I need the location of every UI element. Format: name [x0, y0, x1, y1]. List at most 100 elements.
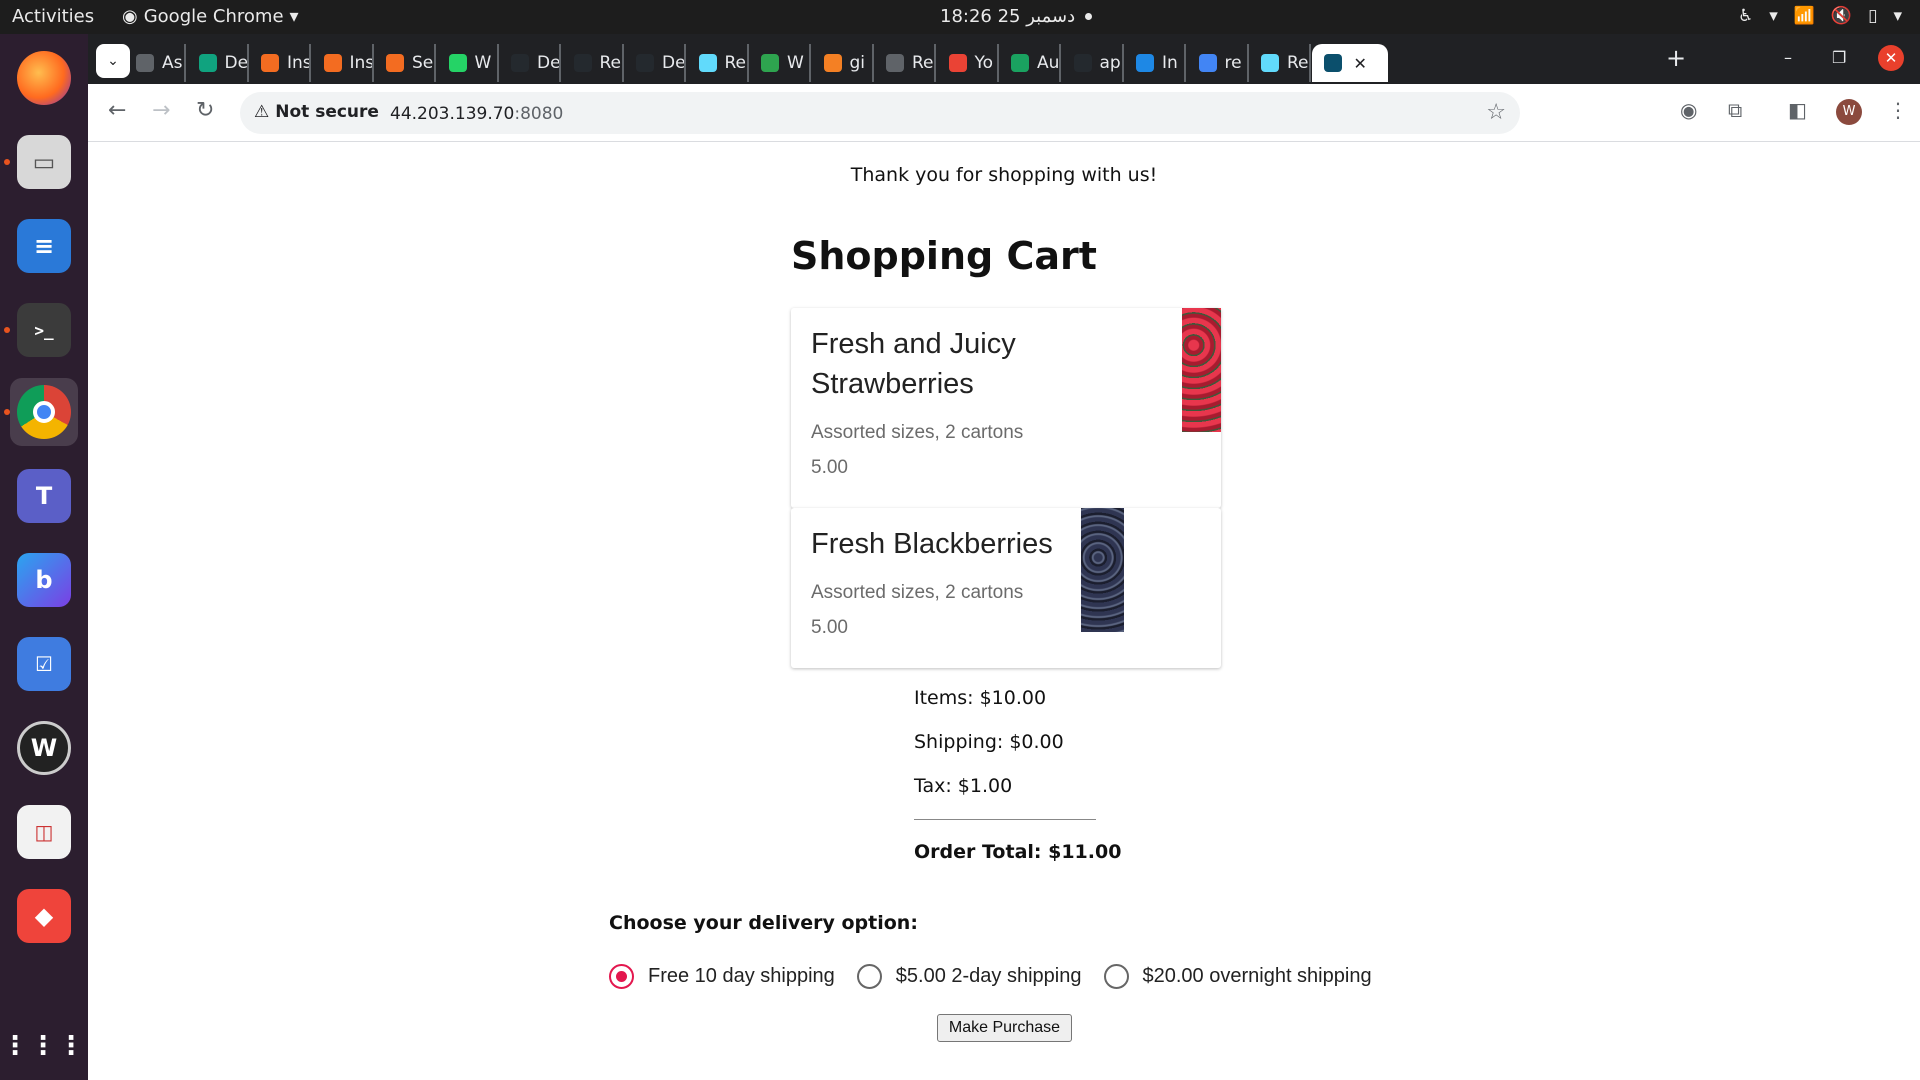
browser-tab[interactable]: gi: [812, 44, 874, 82]
item-price: 5.00: [811, 617, 848, 638]
browser-tab[interactable]: In: [1124, 44, 1186, 82]
delivery-label-free[interactable]: Free 10 day shipping: [648, 965, 835, 988]
dock-writer[interactable]: ≡: [10, 212, 78, 280]
dock-reader[interactable]: ◫: [10, 798, 78, 866]
new-tab-plus-icon[interactable]: +: [1666, 44, 1686, 72]
tab-label: Au: [1037, 53, 1060, 73]
browser-tab[interactable]: Re: [562, 44, 624, 82]
page-content: Thank you for shopping with us! Shopping…: [88, 142, 1920, 1080]
tab-label: De: [224, 53, 249, 73]
bookmark-star-icon[interactable]: ☆: [1486, 100, 1506, 125]
tab-label: De: [537, 53, 561, 73]
url-host: 44.203.139.70: [390, 104, 515, 124]
tab-label: As: [162, 53, 183, 73]
wifi-icon: 📶: [1793, 6, 1815, 26]
browser-tab[interactable]: re: [1187, 44, 1249, 82]
page-title: Shopping Cart: [791, 234, 1097, 278]
terminal-icon: >_: [17, 303, 71, 357]
browser-tab[interactable]: Re: [1249, 44, 1311, 82]
orange-app-icon: [323, 54, 342, 72]
restore-icon[interactable]: ❐: [1832, 48, 1846, 67]
tab-label: Ins: [287, 53, 311, 73]
document-writer-icon: ≡: [17, 219, 71, 273]
tab-label: Re: [1287, 53, 1309, 73]
tab-label: De: [662, 53, 686, 73]
whatsapp-icon: [448, 54, 467, 72]
dock-copilot[interactable]: b: [10, 546, 78, 614]
url-port: :8080: [514, 104, 564, 124]
browser-tab[interactable]: Au: [999, 44, 1061, 82]
delivery-radio-2day[interactable]: [856, 964, 882, 989]
tab-label: Se: [412, 53, 434, 73]
delivery-label-2day[interactable]: $5.00 2-day shipping: [896, 965, 1082, 988]
tab-label: Ins: [349, 53, 374, 73]
browser-tab[interactable]: W: [437, 44, 499, 82]
notification-dot-icon: [1085, 13, 1093, 20]
item-description: Assorted sizes, 2 cartons: [811, 422, 1024, 443]
clock[interactable]: 18:26 25 دسمبر: [940, 6, 1093, 27]
checklist-icon: ☑: [17, 637, 71, 691]
dock-warp[interactable]: W: [10, 714, 78, 782]
browser-tab[interactable]: De: [624, 44, 686, 82]
browser-tab[interactable]: De: [187, 44, 249, 82]
github-icon: [761, 54, 779, 72]
warning-triangle-icon: ⚠: [254, 102, 270, 122]
window-close-icon[interactable]: ✕: [1878, 45, 1904, 71]
item-description: Assorted sizes, 2 cartons: [811, 582, 1024, 603]
item-name: Fresh and Juicy Strawberries: [811, 328, 1016, 400]
extension-circle-icon[interactable]: ◉: [1680, 98, 1697, 122]
profile-avatar[interactable]: W: [1836, 99, 1862, 125]
browser-tab[interactable]: De: [499, 44, 561, 82]
teams-icon: T: [17, 469, 71, 523]
tab-label: re: [1224, 53, 1242, 73]
document-viewer-icon: ◫: [17, 805, 71, 859]
security-indicator[interactable]: ⚠ Not secure: [254, 102, 379, 122]
delivery-radio-overnight[interactable]: [1103, 964, 1129, 989]
browser-tab[interactable]: ap: [1062, 44, 1124, 82]
tab-label: W: [474, 53, 492, 73]
browser-tab[interactable]: Ins: [249, 44, 311, 82]
kebab-menu-icon[interactable]: ⋮: [1888, 98, 1908, 122]
extensions-puzzle-icon[interactable]: ⧉: [1728, 98, 1742, 122]
system-tray[interactable]: ♿ ▾ 📶 🔇 ▯ ▾: [1738, 6, 1902, 26]
browser-tab[interactable]: Re: [687, 44, 749, 82]
delivery-radio-free[interactable]: [609, 964, 634, 989]
dock-firefox[interactable]: [10, 44, 78, 112]
tab-label: ap: [1099, 53, 1121, 73]
dock-tasks[interactable]: ☑: [10, 630, 78, 698]
summary-items: Items: $10.00: [914, 687, 1047, 709]
reload-icon[interactable]: ↻: [196, 98, 214, 123]
delivery-label-overnight[interactable]: $20.00 overnight shipping: [1143, 965, 1372, 988]
browser-tab[interactable]: Se: [374, 44, 436, 82]
browser-tab[interactable]: Re: [874, 44, 936, 82]
tab-label: gi: [849, 53, 866, 73]
dock-show-apps[interactable]: ⋮⋮⋮: [2, 1012, 84, 1080]
tab-label: W: [787, 53, 804, 73]
tab-close-icon[interactable]: ✕: [1354, 54, 1367, 73]
dock-teams[interactable]: T: [10, 462, 78, 530]
browser-tab[interactable]: Ins: [312, 44, 374, 82]
dock-chrome[interactable]: [4, 378, 78, 446]
back-arrow-icon[interactable]: ←: [108, 98, 126, 123]
globe-icon: [886, 54, 904, 72]
app-menu-label: Google Chrome: [143, 6, 284, 27]
battery-icon: ▯: [1868, 6, 1878, 26]
dock-anydesk[interactable]: ◆: [10, 882, 78, 950]
dock-terminal[interactable]: >_: [4, 296, 78, 364]
dock-files[interactable]: ▭: [4, 128, 78, 196]
app-menu[interactable]: ◉ Google Chrome ▾: [122, 6, 299, 27]
browser-tab[interactable]: Yo: [937, 44, 999, 82]
side-panel-icon[interactable]: ◧: [1788, 98, 1807, 122]
address-bar[interactable]: ⚠ Not secure 44.203.139.70:8080 ☆: [240, 92, 1520, 134]
chevron-down-icon: ▾: [289, 6, 299, 27]
accessibility-icon[interactable]: ♿: [1738, 6, 1753, 26]
browser-tab[interactable]: W: [749, 44, 811, 82]
make-purchase-button[interactable]: Make Purchase: [937, 1014, 1072, 1042]
forward-arrow-icon[interactable]: →: [152, 98, 170, 123]
browser-tab[interactable]: As: [124, 44, 186, 82]
react-icon: [698, 54, 717, 72]
browser-tab-active[interactable]: ✕: [1311, 44, 1388, 82]
github-icon: [511, 54, 529, 72]
minimize-icon[interactable]: –: [1784, 48, 1792, 67]
activities-button[interactable]: Activities: [12, 6, 94, 27]
